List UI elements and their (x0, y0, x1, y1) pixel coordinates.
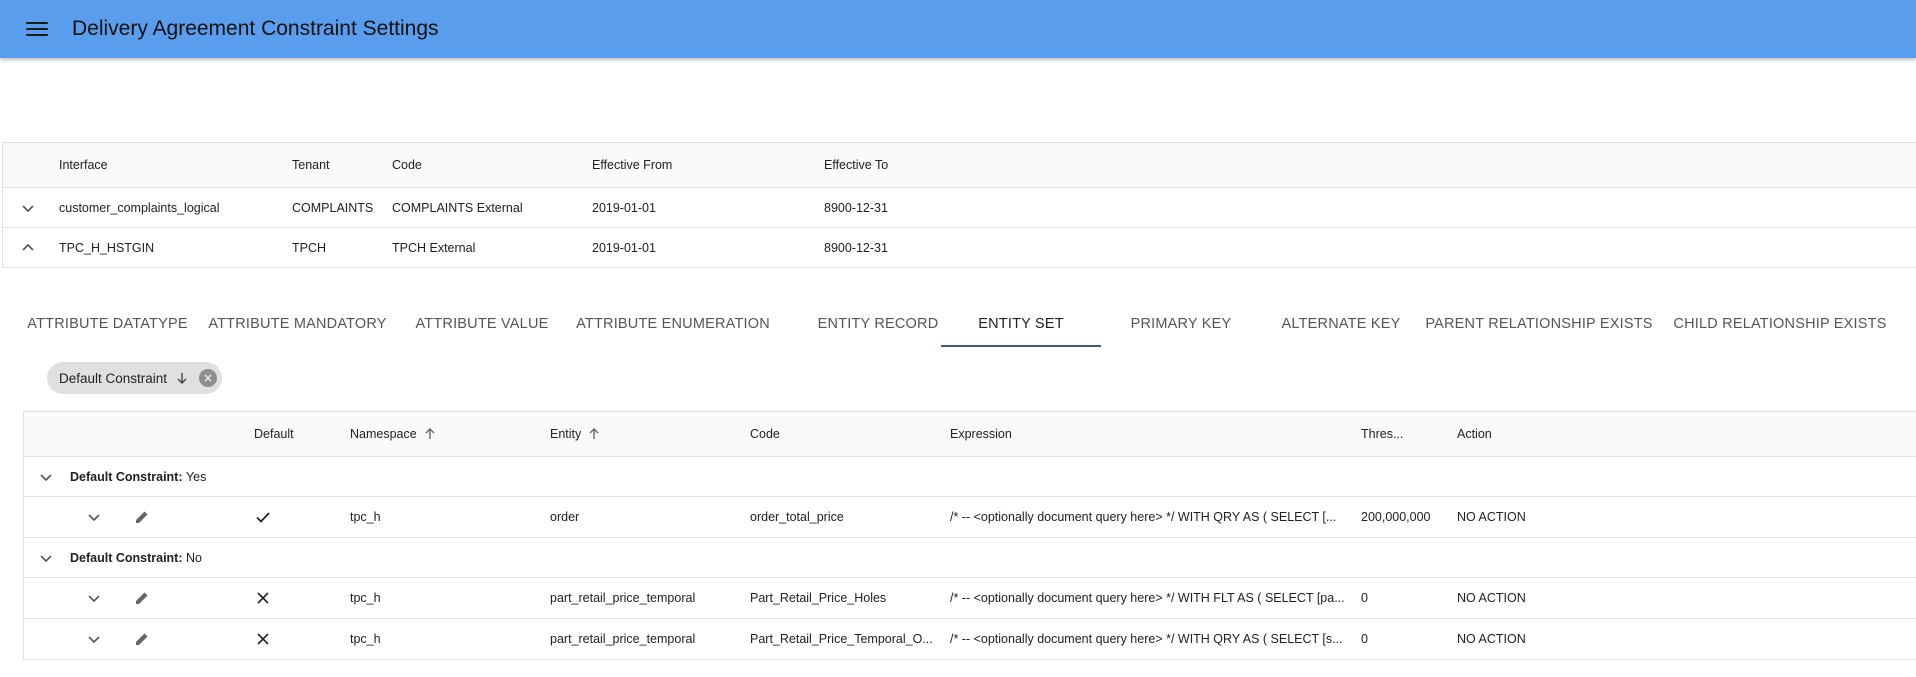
cell-action: NO ACTION (1457, 632, 1526, 646)
menu-icon[interactable] (24, 19, 50, 39)
cell-interface: TPC_H_HSTGIN (59, 240, 155, 255)
cell-code: order_total_price (750, 510, 844, 524)
chevron-down-icon[interactable] (17, 197, 39, 219)
chevron-down-icon[interactable] (83, 628, 105, 650)
header-effective-from[interactable]: Effective From (592, 143, 672, 187)
tab-primary-key[interactable]: PRIMARY KEY (1101, 300, 1261, 348)
edit-icon[interactable] (131, 628, 153, 650)
cell-namespace: tpc_h (350, 591, 381, 605)
group-row[interactable]: Default Constraint: No (24, 538, 1916, 578)
cell-effective-from: 2019-01-01 (592, 240, 656, 255)
tab-entity-set[interactable]: ENTITY SET (941, 300, 1101, 348)
chevron-down-icon[interactable] (35, 547, 57, 569)
constraint-tabs: ATTRIBUTE DATATYPE ATTRIBUTE MANDATORY A… (20, 300, 1916, 348)
cell-code: TPCH External (392, 240, 476, 255)
arrow-up-icon[interactable] (587, 427, 601, 441)
table-row[interactable]: customer_complaints_logical COMPLAINTS C… (3, 188, 1916, 228)
header-code[interactable]: Code (392, 143, 422, 187)
cell-tenant: COMPLAINTS (292, 200, 374, 215)
app-bar: Delivery Agreement Constraint Settings (0, 0, 1916, 58)
tab-alternate-key[interactable]: ALTERNATE KEY (1261, 300, 1421, 348)
group-label: Default Constraint: No (70, 538, 202, 577)
group-value: Yes (185, 469, 207, 484)
arrow-down-icon[interactable] (175, 371, 189, 385)
header-code[interactable]: Code (750, 412, 780, 456)
cell-effective-from: 2019-01-01 (592, 200, 656, 215)
cross-icon (252, 587, 274, 609)
edit-icon[interactable] (131, 587, 153, 609)
header-threshold[interactable]: Thres... (1361, 412, 1403, 456)
cell-tenant: TPCH (292, 240, 327, 255)
cell-action: NO ACTION (1457, 510, 1526, 524)
chevron-down-icon[interactable] (35, 466, 57, 488)
cell-namespace: tpc_h (350, 632, 381, 646)
group-by-chip[interactable]: Default Constraint (47, 362, 223, 394)
tab-attribute-mandatory[interactable]: ATTRIBUTE MANDATORY (208, 300, 386, 348)
header-entity-label: Entity (550, 427, 582, 441)
page-title: Delivery Agreement Constraint Settings (72, 17, 439, 40)
chip-label: Default Constraint (59, 370, 168, 386)
header-expression[interactable]: Expression (950, 412, 1012, 456)
table-row[interactable]: TPC_H_HSTGIN TPCH TPCH External 2019-01-… (3, 228, 1916, 268)
cell-entity: part_retail_price_temporal (550, 591, 696, 605)
cross-icon (252, 628, 274, 650)
cell-code: Part_Retail_Price_Temporal_O... (750, 632, 933, 646)
header-effective-to[interactable]: Effective To (824, 143, 888, 187)
cell-code: COMPLAINTS External (392, 200, 523, 215)
header-action[interactable]: Action (1457, 412, 1492, 456)
header-default[interactable]: Default (254, 412, 294, 456)
group-label: Default Constraint: Yes (70, 457, 206, 496)
close-icon[interactable] (199, 369, 218, 387)
tab-child-relationship-exists[interactable]: CHILD RELATIONSHIP EXISTS (1670, 300, 1890, 348)
cell-action: NO ACTION (1457, 591, 1526, 605)
constraint-table: Default Namespace Entity Code Expression… (23, 411, 1916, 660)
tab-attribute-enumeration[interactable]: ATTRIBUTE ENUMERATION (573, 300, 773, 348)
group-key: Default Constraint: (70, 550, 183, 565)
chevron-down-icon[interactable] (83, 587, 105, 609)
cell-expression: /* -- <optionally document query here> *… (950, 632, 1343, 646)
check-icon (252, 506, 274, 528)
constraint-table-header: Default Namespace Entity Code Expression… (24, 412, 1916, 457)
cell-threshold: 200,000,000 (1361, 510, 1431, 524)
chevron-down-icon[interactable] (83, 506, 105, 528)
tab-parent-relationship-exists[interactable]: PARENT RELATIONSHIP EXISTS (1424, 300, 1654, 348)
cell-expression: /* -- <optionally document query here> *… (950, 510, 1337, 524)
tab-attribute-value[interactable]: ATTRIBUTE VALUE (412, 300, 552, 348)
chevron-up-icon[interactable] (17, 237, 39, 259)
cell-effective-to: 8900-12-31 (824, 200, 888, 215)
cell-effective-to: 8900-12-31 (824, 240, 888, 255)
header-namespace[interactable]: Namespace (350, 412, 437, 456)
tab-attribute-datatype[interactable]: ATTRIBUTE DATATYPE (27, 300, 187, 348)
table-row[interactable]: tpc_h order order_total_price /* -- <opt… (24, 497, 1916, 538)
header-tenant[interactable]: Tenant (292, 143, 330, 187)
arrow-up-icon[interactable] (423, 427, 437, 441)
cell-code: Part_Retail_Price_Holes (750, 591, 887, 605)
cell-entity: order (550, 510, 580, 524)
group-key: Default Constraint: (70, 469, 183, 484)
table-row[interactable]: tpc_h part_retail_price_temporal Part_Re… (24, 619, 1916, 660)
header-entity[interactable]: Entity (550, 412, 601, 456)
tab-entity-record[interactable]: ENTITY RECORD (794, 300, 962, 348)
header-interface[interactable]: Interface (59, 143, 108, 187)
group-value: No (185, 550, 202, 565)
interface-table-header: Interface Tenant Code Effective From Eff… (3, 143, 1916, 188)
cell-threshold: 0 (1361, 591, 1368, 605)
cell-entity: part_retail_price_temporal (550, 632, 696, 646)
active-tab-indicator (941, 345, 1101, 347)
cell-interface: customer_complaints_logical (59, 200, 220, 215)
table-row[interactable]: tpc_h part_retail_price_temporal Part_Re… (24, 578, 1916, 619)
cell-expression: /* -- <optionally document query here> *… (950, 591, 1345, 605)
group-row[interactable]: Default Constraint: Yes (24, 457, 1916, 497)
interface-table: Interface Tenant Code Effective From Eff… (2, 142, 1916, 268)
cell-namespace: tpc_h (350, 510, 381, 524)
cell-threshold: 0 (1361, 632, 1368, 646)
edit-icon[interactable] (131, 506, 153, 528)
header-namespace-label: Namespace (350, 427, 417, 441)
